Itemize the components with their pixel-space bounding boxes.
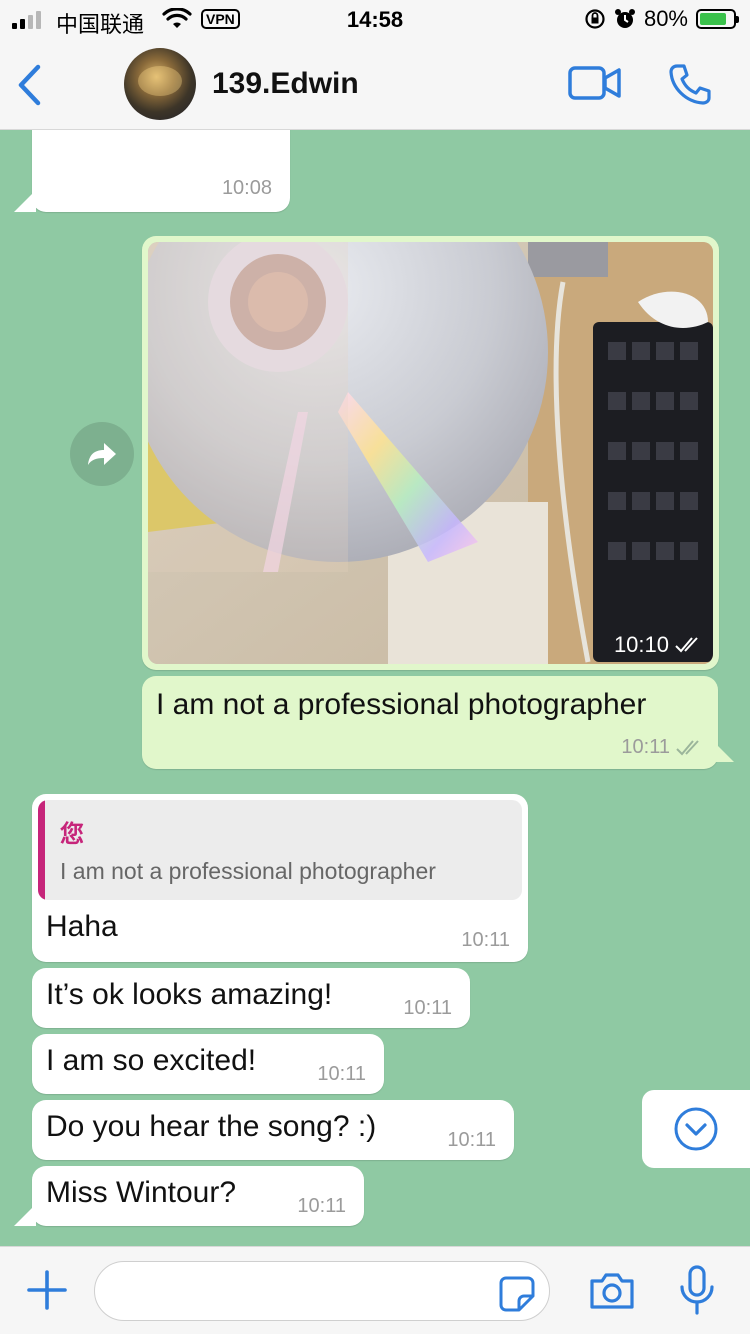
message-time: 10:11	[447, 1129, 496, 1151]
shared-photo[interactable]: 10:10	[148, 242, 713, 664]
message-time: 10:11	[461, 929, 510, 951]
orientation-lock-icon	[585, 9, 605, 29]
message-incoming[interactable]: It’s ok looks amazing! 10:11	[32, 968, 470, 1028]
video-call-icon[interactable]	[568, 64, 622, 102]
message-time: 10:11	[317, 1063, 366, 1085]
message-outgoing[interactable]: I am not a professional photographer 10:…	[142, 676, 718, 769]
microphone-icon[interactable]	[678, 1265, 716, 1317]
camera-icon[interactable]	[588, 1271, 636, 1311]
composer-bar	[0, 1246, 750, 1334]
message-incoming[interactable]: Do you hear the song? :) 10:11	[32, 1100, 514, 1160]
message-incoming-reply[interactable]: 您 I am not a professional photographer H…	[32, 794, 528, 962]
contact-avatar[interactable]	[124, 48, 196, 120]
message-input[interactable]	[94, 1261, 550, 1321]
message-time: 10:08	[221, 177, 272, 199]
chat-area[interactable]: 10:08 10:10 I am not a professional phot…	[0, 130, 750, 1246]
alarm-icon	[614, 9, 635, 28]
message-time: 10:11	[403, 997, 452, 1019]
read-receipt-icon	[676, 739, 699, 755]
sticker-icon[interactable]	[498, 1275, 536, 1313]
message-text: Haha	[46, 910, 118, 943]
message-text: I am not a professional photographer	[156, 688, 647, 721]
message-time: 10:11	[297, 1195, 346, 1217]
scroll-to-bottom-button[interactable]	[642, 1090, 750, 1168]
read-receipt-icon	[675, 637, 698, 653]
back-chevron-icon[interactable]	[16, 64, 44, 106]
battery-icon	[696, 9, 739, 29]
photo-time: 10:10	[613, 632, 669, 657]
quoted-reply[interactable]: 您 I am not a professional photographer	[38, 800, 522, 900]
message-incoming[interactable]: 10:08	[32, 130, 290, 212]
message-text: It’s ok looks amazing!	[46, 978, 333, 1011]
status-bar: 中国联通 VPN 14:58 80%	[0, 0, 750, 40]
message-incoming[interactable]: I am so excited! 10:11	[32, 1034, 384, 1094]
message-text: Do you hear the song? :)	[46, 1110, 377, 1143]
chevron-down-circle-icon	[674, 1107, 718, 1151]
phone-call-icon[interactable]	[668, 62, 712, 106]
cd-photo-image	[148, 242, 713, 664]
battery-percent: 80%	[643, 6, 688, 31]
contact-name[interactable]: 139.Edwin	[212, 67, 359, 101]
quoted-author: 您	[60, 821, 84, 848]
forward-button[interactable]	[70, 422, 134, 486]
message-time: 10:11	[621, 736, 670, 758]
message-text: Miss Wintour?	[46, 1176, 237, 1209]
message-text: I am so excited!	[46, 1044, 257, 1077]
forward-icon	[88, 443, 116, 465]
header-bar: 中国联通 VPN 14:58 80% 139.Edwin	[0, 0, 750, 130]
quoted-text: I am not a professional photographer	[60, 858, 436, 884]
message-incoming[interactable]: Miss Wintour? 10:11	[32, 1166, 364, 1226]
attach-plus-icon[interactable]	[26, 1269, 68, 1311]
